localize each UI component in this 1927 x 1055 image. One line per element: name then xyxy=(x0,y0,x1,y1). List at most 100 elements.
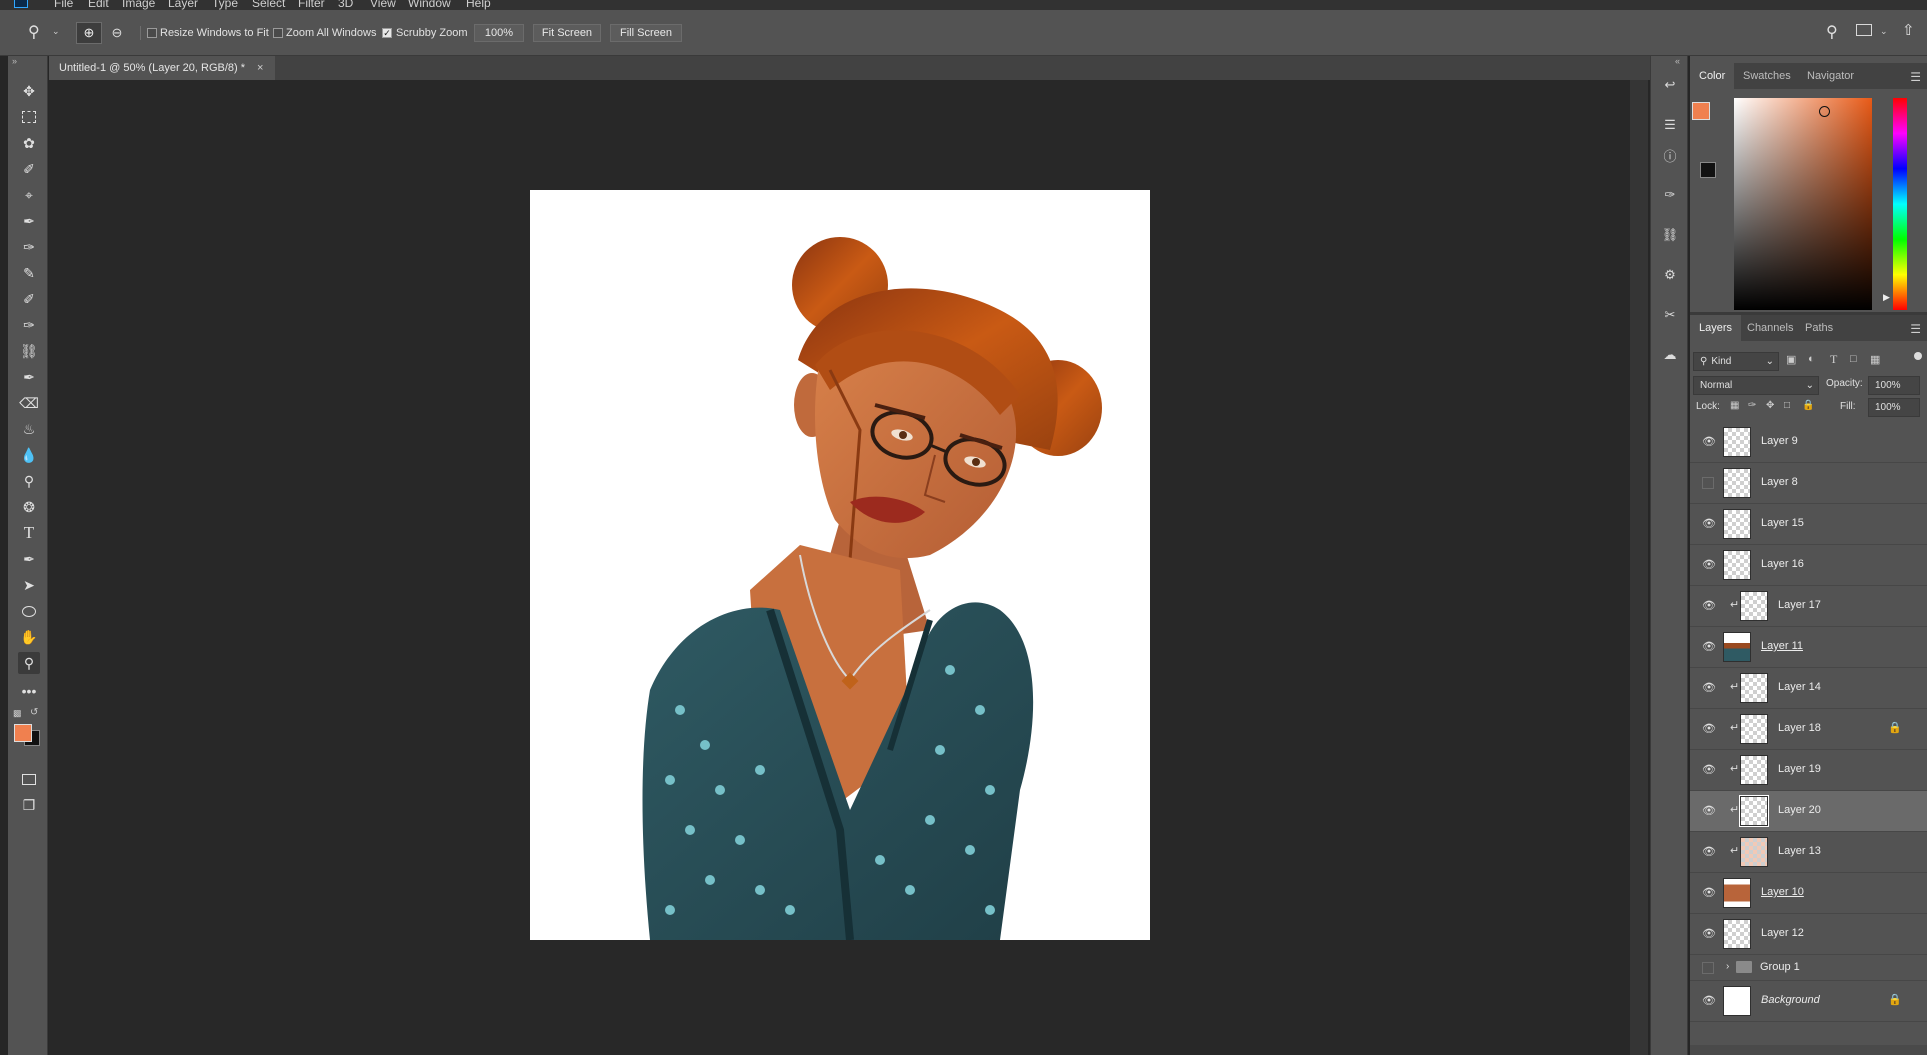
eyedropper-tool-icon[interactable]: ✒ xyxy=(18,210,40,232)
more-tools-icon[interactable]: ••• xyxy=(18,680,40,702)
adjustments-icon[interactable]: ⚙ xyxy=(1661,266,1679,284)
share-icon[interactable]: ⇧ xyxy=(1902,21,1915,39)
layer-row[interactable]: 👁 ↵ Layer 13 xyxy=(1690,832,1927,873)
layer-thumbnail[interactable] xyxy=(1739,795,1769,827)
adjustment-filter-icon[interactable]: ◐ xyxy=(1808,353,1815,365)
fill-field[interactable]: 100% xyxy=(1868,398,1920,417)
eye-icon[interactable]: 👁 xyxy=(1702,641,1716,653)
dodge-tool-icon[interactable]: ⚲ xyxy=(18,470,40,492)
layer-row[interactable]: 👁 Layer 12 xyxy=(1690,914,1927,955)
zoom-tool-preset-icon[interactable]: ⚲ xyxy=(28,22,40,42)
crop-tool-icon[interactable]: ⌖ xyxy=(18,184,40,206)
layer-thumbnail[interactable] xyxy=(1723,878,1751,908)
lock-all-icon[interactable]: 🔒 xyxy=(1802,400,1814,411)
history-brush-tool-icon[interactable]: ✒ xyxy=(18,366,40,388)
foreground-color-swatch[interactable] xyxy=(14,724,32,742)
panel-menu-icon[interactable]: ☰ xyxy=(1910,322,1921,336)
zoom-tool-icon[interactable]: ⚲ xyxy=(18,652,40,674)
layer-name[interactable]: Layer 14 xyxy=(1778,681,1821,693)
layer-row[interactable]: Layer 8 xyxy=(1690,463,1927,504)
layer-thumbnail[interactable] xyxy=(1723,550,1751,580)
eye-icon[interactable]: 👁 xyxy=(1702,559,1716,571)
hand-tool-icon[interactable]: ✋ xyxy=(18,626,40,648)
layer-name[interactable]: Layer 20 xyxy=(1778,804,1821,816)
menu-file[interactable]: File xyxy=(54,0,73,10)
tab-layers[interactable]: Layers xyxy=(1690,315,1742,341)
type-filter-icon[interactable]: T xyxy=(1830,352,1837,367)
layer-row[interactable]: 👁 Layer 10 xyxy=(1690,873,1927,914)
layer-thumbnail[interactable] xyxy=(1740,591,1768,621)
fit-screen-button[interactable]: Fit Screen xyxy=(533,24,601,42)
eye-icon[interactable]: 👁 xyxy=(1702,928,1716,940)
workspace-icon[interactable] xyxy=(1856,24,1872,36)
layer-row[interactable]: 👁 Layer 16 xyxy=(1690,545,1927,586)
lasso-tool-icon[interactable]: ✿ xyxy=(18,132,40,154)
clone-stamp-tool-icon[interactable]: ⛓ xyxy=(18,340,40,362)
layer-name[interactable]: Layer 15 xyxy=(1761,517,1804,529)
layer-name[interactable]: Layer 11 xyxy=(1761,640,1803,652)
group-name[interactable]: Group 1 xyxy=(1760,961,1800,973)
menu-image[interactable]: Image xyxy=(122,0,155,10)
tab-color[interactable]: Color xyxy=(1690,63,1735,89)
menu-layer[interactable]: Layer xyxy=(168,0,198,10)
type-tool-icon[interactable]: T xyxy=(18,522,40,544)
fill-screen-button[interactable]: Fill Screen xyxy=(610,24,682,42)
layer-row[interactable]: 👁 Layer 9 xyxy=(1690,422,1927,463)
quick-selection-tool-icon[interactable]: ✐ xyxy=(18,158,40,180)
layer-thumbnail[interactable] xyxy=(1723,986,1751,1016)
tab-paths[interactable]: Paths xyxy=(1796,315,1842,341)
lock-artboard-icon[interactable]: □ xyxy=(1784,400,1790,411)
menu-edit[interactable]: Edit xyxy=(88,0,109,10)
healing-brush-tool-icon[interactable]: ✑ xyxy=(18,236,40,258)
eye-icon[interactable]: 👁 xyxy=(1702,995,1716,1007)
chevron-right-icon[interactable]: › xyxy=(1726,961,1729,972)
layer-name[interactable]: Layer 12 xyxy=(1761,927,1804,939)
pixel-filter-icon[interactable]: ▣ xyxy=(1786,353,1796,366)
document-canvas[interactable] xyxy=(530,190,1150,940)
search-icon[interactable]: ⚲ xyxy=(1826,22,1838,42)
eye-icon[interactable]: 👁 xyxy=(1702,682,1716,694)
layer-row[interactable]: 👁 ↵ Layer 20 xyxy=(1690,791,1927,832)
chevron-down-icon[interactable]: ⌄ xyxy=(1880,26,1888,37)
background-layer-row[interactable]: 👁 Background 🔒 xyxy=(1690,981,1927,1022)
tools-presets-icon[interactable]: ✂ xyxy=(1661,306,1679,324)
tab-swatches[interactable]: Swatches xyxy=(1734,63,1800,89)
quick-mask-icon[interactable] xyxy=(18,768,40,790)
menu-view[interactable]: View xyxy=(370,0,396,10)
layer-thumbnail[interactable] xyxy=(1723,427,1751,457)
default-colors-icon[interactable]: ▩ xyxy=(13,708,22,719)
hue-slider-handle[interactable]: ▶ xyxy=(1883,292,1890,303)
paint-bucket-tool-icon[interactable]: ♨ xyxy=(18,418,40,440)
libraries-icon[interactable]: ☁ xyxy=(1661,346,1679,364)
layer-name[interactable]: Layer 8 xyxy=(1761,476,1798,488)
collapse-arrows-icon[interactable]: » xyxy=(12,56,17,66)
group-row[interactable]: › Group 1 xyxy=(1690,955,1927,981)
layer-row[interactable]: 👁 ↵ Layer 14 xyxy=(1690,668,1927,709)
visibility-toggle[interactable] xyxy=(1702,962,1714,974)
resize-windows-checkbox[interactable] xyxy=(147,28,157,38)
brush-settings-icon[interactable]: ✑ xyxy=(1661,186,1679,204)
layer-thumbnail[interactable] xyxy=(1723,919,1751,949)
layer-name[interactable]: Background xyxy=(1761,994,1820,1006)
properties-panel-icon[interactable]: ☰ xyxy=(1661,116,1679,134)
blur-tool-icon[interactable]: 💧 xyxy=(18,444,40,466)
layer-filter-kind-select[interactable]: ⚲ Kind ⌄ xyxy=(1693,352,1779,371)
layer-thumbnail[interactable] xyxy=(1723,509,1751,539)
screen-mode-icon[interactable]: ❐ xyxy=(18,794,40,816)
brush-tool-icon[interactable]: ✑ xyxy=(18,314,40,336)
zoom-all-windows-checkbox[interactable] xyxy=(273,28,283,38)
layer-name[interactable]: Layer 13 xyxy=(1778,845,1821,857)
eraser-tool-icon[interactable]: ⌫ xyxy=(18,392,40,414)
background-color-swatch[interactable] xyxy=(1700,162,1716,178)
color-picker-cursor[interactable] xyxy=(1819,106,1830,117)
move-tool-icon[interactable]: ✥ xyxy=(18,80,40,102)
eye-icon[interactable]: 👁 xyxy=(1702,764,1716,776)
smart-object-filter-icon[interactable]: ▦ xyxy=(1870,353,1880,366)
eye-icon[interactable]: 👁 xyxy=(1702,600,1716,612)
layer-row[interactable]: 👁 ↵ Layer 18 🔒 xyxy=(1690,709,1927,750)
path-selection-tool-icon[interactable]: ➤ xyxy=(18,574,40,596)
zoom-percent-field[interactable]: 100% xyxy=(474,24,524,42)
menu-filter[interactable]: Filter xyxy=(298,0,325,10)
menu-3d[interactable]: 3D xyxy=(338,0,353,10)
layer-name[interactable]: Layer 18 xyxy=(1778,722,1821,734)
